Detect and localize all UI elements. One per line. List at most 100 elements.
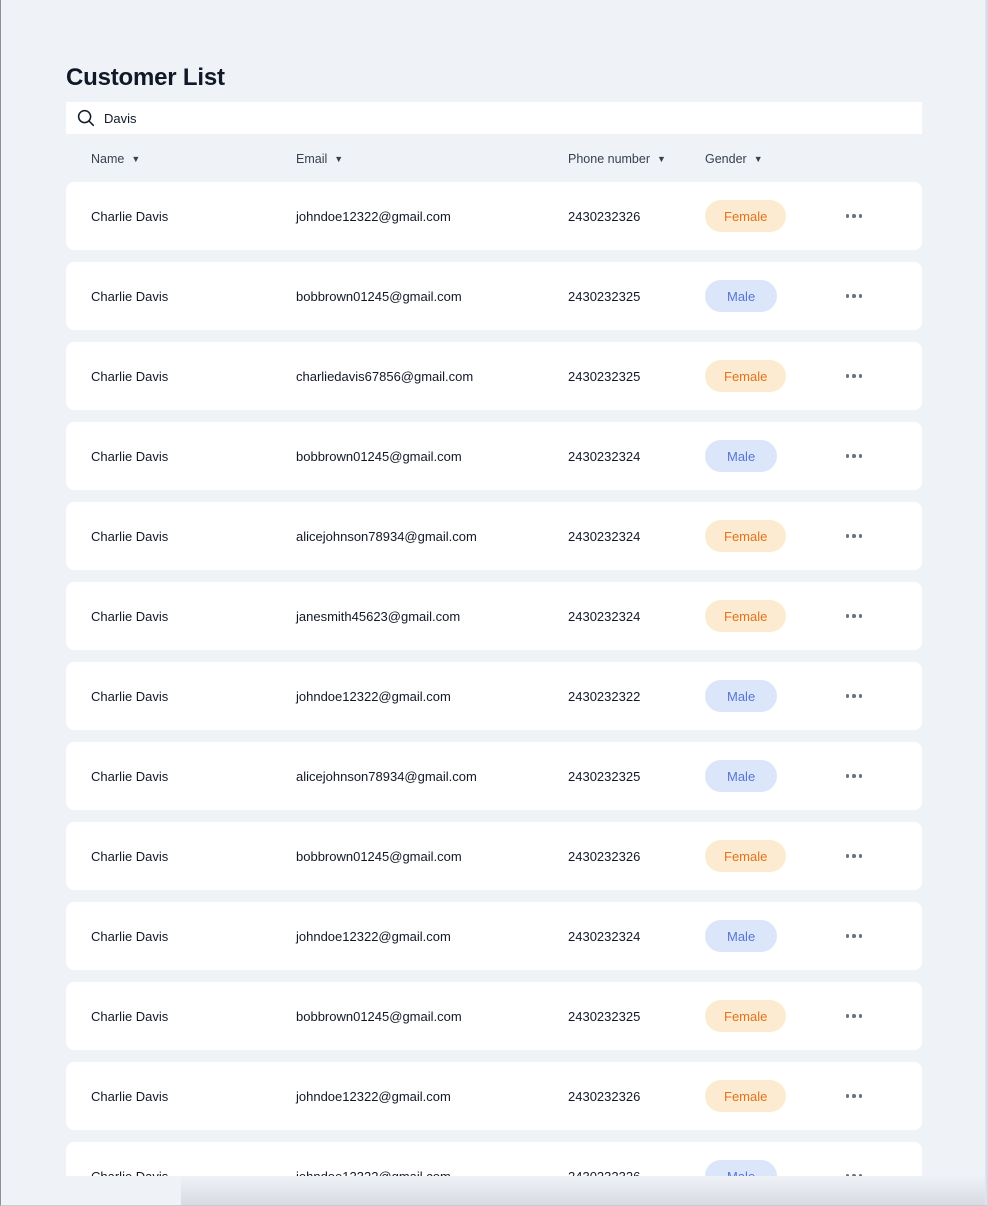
table-header: Name ▼ Email ▼ Phone number ▼ Gender ▼ — [66, 150, 922, 170]
gender-cell: Female — [705, 502, 787, 570]
customer-phone: 2430232324 — [568, 448, 641, 464]
customer-name: Charlie Davis — [91, 528, 169, 544]
column-header-phone[interactable]: Phone number ▼ — [568, 152, 666, 166]
column-header-name[interactable]: Name ▼ — [91, 152, 140, 166]
gender-cell: Female — [705, 1062, 787, 1130]
customer-list: Charlie Davis johndoe12322@gmail.com 24302… — [66, 182, 922, 1176]
sort-down-icon: ▼ — [753, 153, 763, 164]
gender-cell: Female — [705, 822, 787, 890]
customer-name: Charlie Davis — [91, 1168, 169, 1177]
gender-badge: Female — [705, 520, 787, 552]
customer-name: Charlie Davis — [91, 208, 169, 224]
customer-name: Charlie Davis — [91, 608, 169, 624]
customer-name: Charlie Davis — [91, 688, 169, 704]
row-actions — [844, 262, 864, 330]
row-actions — [844, 182, 864, 250]
sort-down-icon: ▼ — [657, 153, 666, 164]
customer-name: Charlie Davis — [91, 448, 169, 464]
customer-phone: 2430232326 — [568, 848, 641, 864]
customer-phone: 2430232326 — [568, 208, 641, 224]
more-options-icon[interactable] — [845, 770, 863, 782]
row-actions — [844, 422, 864, 490]
table-row[interactable]: Charlie Davis bobbrown01245@gmail.com 2430… — [66, 422, 922, 490]
table-row[interactable]: Charlie Davis janesmith45623@gmail.com 243… — [66, 582, 922, 650]
row-actions — [844, 822, 864, 890]
customer-phone: 2430232325 — [568, 768, 641, 784]
customer-phone: 2430232325 — [568, 368, 641, 384]
column-header-label: Name — [91, 152, 125, 166]
customer-phone: 2430232324 — [568, 528, 641, 544]
more-options-icon[interactable] — [845, 850, 863, 862]
customer-name: Charlie Davis — [91, 368, 169, 384]
table-row[interactable]: Charlie Davis johndoe12322@gmail.com 24302… — [66, 182, 922, 250]
customer-email: alicejohnson78934@gmail.com — [296, 528, 477, 544]
page-title: Customer List — [66, 64, 225, 91]
gender-cell: Male — [705, 262, 778, 330]
customer-email: johndoe12322@gmail.com — [296, 208, 451, 224]
gender-badge: Female — [705, 840, 787, 872]
more-options-icon[interactable] — [845, 210, 863, 222]
customer-name: Charlie Davis — [91, 928, 169, 944]
gender-badge: Female — [705, 600, 787, 632]
column-header-label: Gender — [705, 152, 747, 166]
table-row[interactable]: Charlie Davis charliedavis67856@gmail.com… — [66, 342, 922, 410]
bottom-shadow — [181, 1175, 988, 1205]
customer-email: charliedavis67856@gmail.com — [296, 368, 474, 384]
gender-badge: Male — [705, 680, 778, 712]
gender-cell: Female — [705, 582, 787, 650]
gender-badge: Male — [705, 1160, 778, 1176]
table-row[interactable]: Charlie Davis johndoe12322@gmail.com 24302… — [66, 662, 922, 730]
gender-badge: Female — [705, 1000, 787, 1032]
customer-email: bobbrown01245@gmail.com — [296, 288, 462, 304]
sort-down-icon: ▼ — [334, 153, 344, 164]
more-options-icon[interactable] — [845, 290, 863, 302]
more-options-icon[interactable] — [845, 610, 863, 622]
table-row[interactable]: Charlie Davis alicejohnson78934@gmail.com… — [66, 502, 922, 570]
table-row[interactable]: Charlie Davis johndoe12322@gmail.com 24302… — [66, 1142, 922, 1176]
more-options-icon[interactable] — [845, 690, 863, 702]
app-window: Customer List Name ▼ Email ▼ Phone numbe… — [0, 0, 988, 1206]
customer-email: alicejohnson78934@gmail.com — [296, 768, 477, 784]
column-header-email[interactable]: Email ▼ — [296, 152, 343, 166]
table-row[interactable]: Charlie Davis johndoe12322@gmail.com 24302… — [66, 902, 922, 970]
more-options-icon[interactable] — [845, 370, 863, 382]
sort-down-icon: ▼ — [131, 153, 141, 164]
row-actions — [844, 662, 864, 730]
row-actions — [844, 982, 864, 1050]
row-actions — [844, 902, 864, 970]
customer-email: bobbrown01245@gmail.com — [296, 1008, 462, 1024]
table-row[interactable]: Charlie Davis johndoe12322@gmail.com 24302… — [66, 1062, 922, 1130]
table-row[interactable]: Charlie Davis bobbrown01245@gmail.com 2430… — [66, 822, 922, 890]
gender-badge: Female — [705, 200, 787, 232]
search-icon — [76, 108, 96, 128]
search-input[interactable] — [104, 104, 884, 132]
customer-phone: 2430232325 — [568, 1008, 641, 1024]
more-options-icon[interactable] — [845, 450, 863, 462]
more-options-icon[interactable] — [845, 930, 863, 942]
row-actions — [844, 582, 864, 650]
gender-cell: Male — [705, 902, 778, 970]
search-bar[interactable] — [66, 102, 922, 134]
gender-cell: Male — [705, 742, 778, 810]
customer-email: janesmith45623@gmail.com — [296, 608, 461, 624]
customer-name: Charlie Davis — [91, 848, 169, 864]
row-actions — [844, 342, 864, 410]
customer-email: johndoe12322@gmail.com — [296, 1168, 451, 1177]
gender-cell: Male — [705, 422, 778, 490]
table-row[interactable]: Charlie Davis bobbrown01245@gmail.com 2430… — [66, 982, 922, 1050]
row-actions — [844, 502, 864, 570]
customer-email: bobbrown01245@gmail.com — [296, 448, 462, 464]
table-row[interactable]: Charlie Davis alicejohnson78934@gmail.com… — [66, 742, 922, 810]
more-options-icon[interactable] — [845, 530, 863, 542]
table-row[interactable]: Charlie Davis bobbrown01245@gmail.com 2430… — [66, 262, 922, 330]
customer-email: johndoe12322@gmail.com — [296, 1088, 451, 1104]
customer-phone: 2430232322 — [568, 688, 641, 704]
column-header-label: Email — [296, 152, 328, 166]
column-header-gender[interactable]: Gender ▼ — [705, 152, 763, 166]
row-actions — [844, 742, 864, 810]
more-options-icon[interactable] — [845, 1090, 863, 1102]
column-header-label: Phone number — [568, 152, 651, 166]
customer-name: Charlie Davis — [91, 768, 169, 784]
more-options-icon[interactable] — [845, 1010, 863, 1022]
customer-phone: 2430232326 — [568, 1088, 641, 1104]
